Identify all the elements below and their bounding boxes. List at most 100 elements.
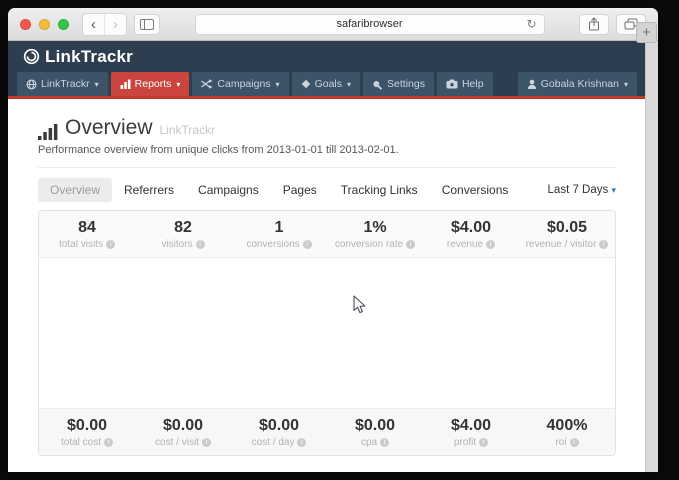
shuffle-icon — [201, 79, 213, 89]
stat-label: conversions — [246, 239, 299, 250]
stat-revenue-visitor: $0.05 revenue / visitori — [519, 219, 615, 250]
new-tab-button[interactable]: + — [636, 22, 657, 43]
window-edge — [645, 41, 658, 472]
nav-item-settings[interactable]: Settings — [363, 72, 434, 96]
info-icon[interactable]: i — [196, 240, 205, 249]
user-menu[interactable]: Gobala Krishnan ▾ — [518, 72, 637, 96]
stat-label: revenue / visitor — [526, 239, 597, 250]
visits-chart[interactable] — [39, 258, 615, 408]
stat-conversion-rate: 1% conversion ratei — [327, 219, 423, 250]
minimize-window-button[interactable] — [39, 19, 50, 30]
linktrackr-app: LinkTrackr LinkTrackr ▾ Reports ▾ — [8, 41, 646, 472]
nav-item-linktrackr[interactable]: LinkTrackr ▾ — [17, 72, 108, 96]
wrench-icon — [372, 79, 383, 90]
date-range-selector[interactable]: Last 7 Days ▾ — [548, 184, 616, 196]
page-content: Overview LinkTrackr Performance overview… — [8, 99, 646, 456]
forward-button[interactable]: › — [104, 14, 126, 35]
nav-item-label: LinkTrackr — [41, 78, 90, 90]
stat-value: $0.05 — [519, 219, 615, 237]
brand-name: LinkTrackr — [45, 47, 133, 67]
sidebar-toggle-button[interactable] — [134, 14, 160, 35]
globe-icon — [26, 79, 37, 90]
tab-referrers[interactable]: Referrers — [112, 178, 186, 202]
diamond-icon — [301, 79, 311, 89]
stat-value: 400% — [519, 417, 615, 435]
tab-tracking-links[interactable]: Tracking Links — [329, 178, 430, 202]
user-icon — [527, 79, 537, 89]
stat-visitors: 82 visitors i — [135, 219, 231, 250]
sidebar-icon — [140, 19, 154, 30]
caret-down-icon: ▾ — [347, 80, 351, 89]
stat-label: cpa — [361, 437, 377, 448]
nav-item-label: Campaigns — [217, 78, 270, 90]
nav-item-reports[interactable]: Reports ▾ — [111, 72, 190, 96]
stat-value: 84 — [39, 219, 135, 237]
tab-overview[interactable]: Overview — [38, 178, 112, 202]
overview-chart-icon — [38, 124, 58, 140]
stat-label: revenue — [447, 239, 483, 250]
info-icon[interactable]: i — [406, 240, 415, 249]
info-icon[interactable]: i — [303, 240, 312, 249]
bar-chart-icon — [120, 79, 131, 89]
stat-value: $0.00 — [327, 417, 423, 435]
caret-down-icon: ▾ — [176, 80, 180, 89]
caret-down-icon: ▾ — [611, 185, 616, 195]
nav-item-goals[interactable]: Goals ▾ — [292, 72, 360, 96]
date-range-label: Last 7 Days — [548, 184, 609, 196]
stat-roi: 400% roii — [519, 417, 615, 448]
main-nav: LinkTrackr ▾ Reports ▾ Camp — [8, 72, 646, 99]
reload-icon[interactable]: ↻ — [526, 18, 536, 30]
stat-total-cost: $0.00 total costi — [39, 417, 135, 448]
stat-label: roi — [555, 437, 566, 448]
info-icon[interactable]: i — [380, 438, 389, 447]
page-subtitle: Performance overview from unique clicks … — [38, 144, 616, 156]
camera-icon — [446, 79, 458, 89]
stats-row-bottom: $0.00 total costi $0.00 cost / visiti $0… — [39, 408, 615, 455]
stat-label: profit — [454, 437, 476, 448]
app-header: LinkTrackr — [8, 41, 646, 72]
share-button[interactable] — [579, 14, 609, 35]
history-nav-group: ‹ › — [82, 13, 127, 36]
info-icon[interactable]: i — [202, 438, 211, 447]
caret-down-icon: ▾ — [276, 80, 280, 89]
address-bar-text: safaribrowser — [336, 18, 402, 30]
share-icon — [588, 17, 600, 31]
stat-label: total cost — [61, 437, 101, 448]
caret-down-icon: ▾ — [624, 80, 628, 89]
tab-pages[interactable]: Pages — [271, 178, 329, 202]
info-icon[interactable]: i — [570, 438, 579, 447]
overview-panel: 84 total visitsi 82 visitorsi 1 conversi… — [38, 210, 616, 456]
info-icon[interactable]: i — [297, 438, 306, 447]
stat-value: $4.00 — [423, 417, 519, 435]
nav-item-label: Reports — [135, 78, 172, 90]
caret-down-icon: ▾ — [95, 80, 99, 89]
stat-label: cost / day — [252, 437, 295, 448]
stat-label: visitors — [161, 239, 192, 250]
stat-value: 82 — [135, 219, 231, 237]
close-window-button[interactable] — [20, 19, 31, 30]
nav-item-help[interactable]: Help — [437, 72, 493, 96]
zoom-window-button[interactable] — [58, 19, 69, 30]
page-title: Overview — [65, 116, 153, 140]
stat-value: 1% — [327, 219, 423, 237]
info-icon[interactable]: i — [486, 240, 495, 249]
tab-conversions[interactable]: Conversions — [430, 178, 521, 202]
address-bar[interactable]: safaribrowser ↻ — [195, 14, 545, 35]
tab-campaigns[interactable]: Campaigns — [186, 178, 271, 202]
info-icon[interactable]: i — [106, 240, 115, 249]
stat-total-visits: 84 total visitsi — [39, 219, 135, 250]
nav-item-campaigns[interactable]: Campaigns ▾ — [192, 72, 288, 96]
nav-item-label: Settings — [387, 78, 425, 90]
nav-item-label: Goals — [315, 78, 342, 90]
back-button[interactable]: ‹ — [83, 14, 104, 35]
stat-label: cost / visit — [155, 437, 199, 448]
info-icon[interactable]: i — [479, 438, 488, 447]
linktrackr-logo-icon — [23, 48, 40, 65]
stat-profit: $4.00 profiti — [423, 417, 519, 448]
page-header: Overview LinkTrackr Performance overview… — [38, 99, 616, 168]
report-tabs: Overview Referrers Campaigns Pages Track… — [38, 178, 616, 202]
info-icon[interactable]: i — [104, 438, 113, 447]
user-name: Gobala Krishnan — [541, 78, 619, 90]
info-icon[interactable]: i — [599, 240, 608, 249]
stat-cpa: $0.00 cpai — [327, 417, 423, 448]
